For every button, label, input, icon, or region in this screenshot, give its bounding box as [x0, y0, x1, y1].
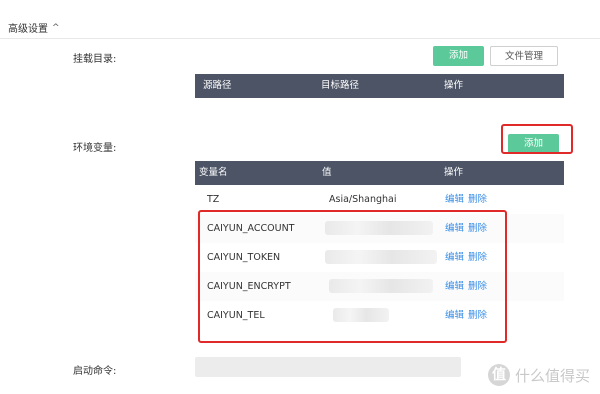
delete-link[interactable]: 删除 [468, 194, 487, 205]
mount-add-button[interactable]: 添加 [433, 46, 484, 66]
startup-command-input[interactable] [195, 357, 461, 377]
watermark: 值 什么值得买 [487, 364, 590, 386]
highlight-add-button-box [501, 124, 573, 154]
column-actions: 操作 [444, 167, 464, 178]
column-target-path: 目标路径 [321, 80, 360, 91]
edit-link[interactable]: 编辑 [445, 194, 464, 205]
mount-table-header: 源路径 目标路径 操作 [195, 74, 564, 98]
column-variable-name: 变量名 [199, 167, 228, 178]
mount-label: 挂载目录: [73, 54, 117, 65]
file-manager-button[interactable]: 文件管理 [490, 46, 558, 66]
highlight-variables-box [198, 210, 507, 343]
watermark-logo: 值 [487, 364, 510, 386]
env-label: 环境变量: [73, 143, 117, 154]
startup-label: 启动命令: [73, 366, 117, 377]
advanced-settings-toggle[interactable]: 高级设置 ^ [8, 20, 60, 36]
section-divider [0, 38, 600, 39]
env-table-header: 变量名 值 操作 [195, 161, 564, 185]
section-title: 高级设置 [8, 24, 48, 35]
chevron-up-icon: ^ [52, 22, 60, 33]
column-value: 值 [322, 167, 332, 178]
watermark-text: 什么值得买 [514, 366, 590, 385]
column-actions: 操作 [444, 80, 464, 91]
column-source-path: 源路径 [203, 80, 232, 91]
